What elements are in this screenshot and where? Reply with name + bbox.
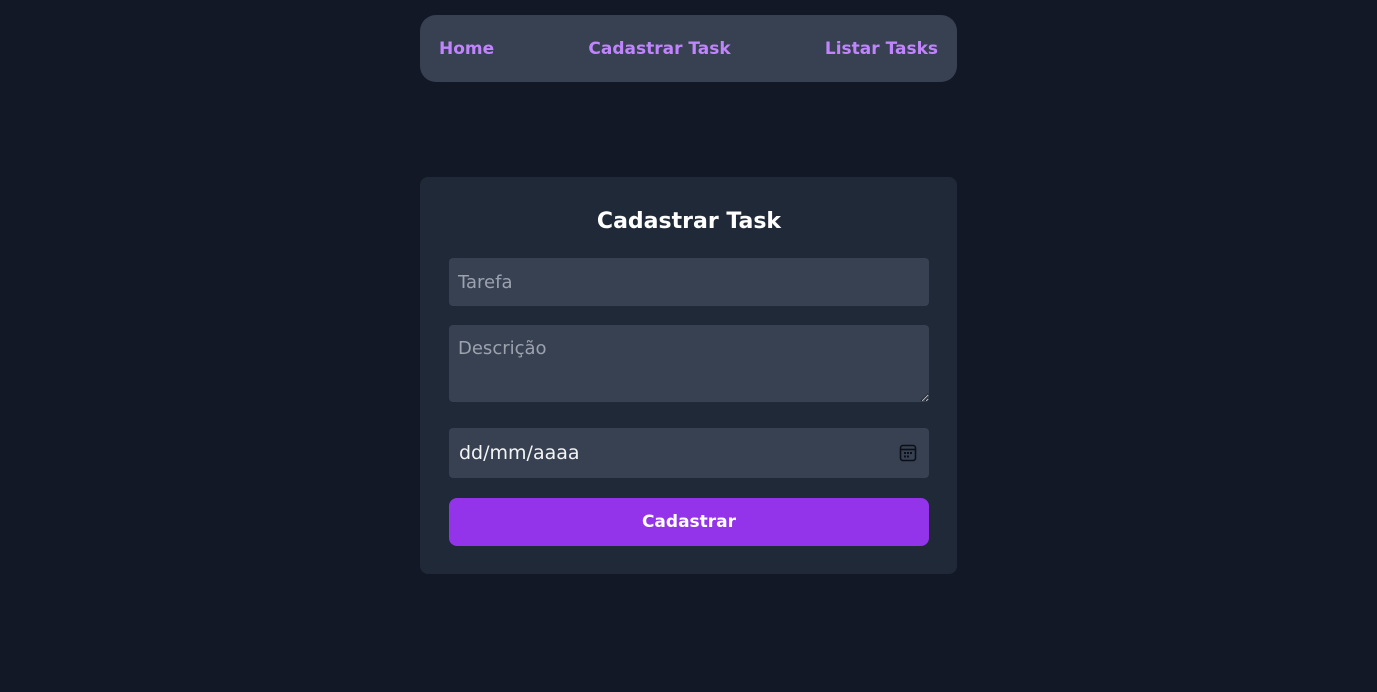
submit-button[interactable]: Cadastrar [449, 498, 929, 546]
nav-link-home[interactable]: Home [439, 39, 494, 59]
task-form-card: Cadastrar Task dd/mm/aaaa Cadastrar [420, 177, 957, 574]
form-title: Cadastrar Task [596, 209, 782, 234]
top-nav: Home Cadastrar Task Listar Tasks [420, 15, 957, 82]
description-textarea[interactable] [449, 325, 929, 402]
calendar-icon[interactable] [899, 444, 917, 462]
task-input[interactable] [449, 258, 929, 306]
nav-link-listar-tasks[interactable]: Listar Tasks [825, 39, 938, 59]
nav-link-cadastrar-task[interactable]: Cadastrar Task [588, 39, 730, 59]
date-input[interactable]: dd/mm/aaaa [449, 428, 929, 478]
date-placeholder: dd/mm/aaaa [459, 442, 580, 464]
